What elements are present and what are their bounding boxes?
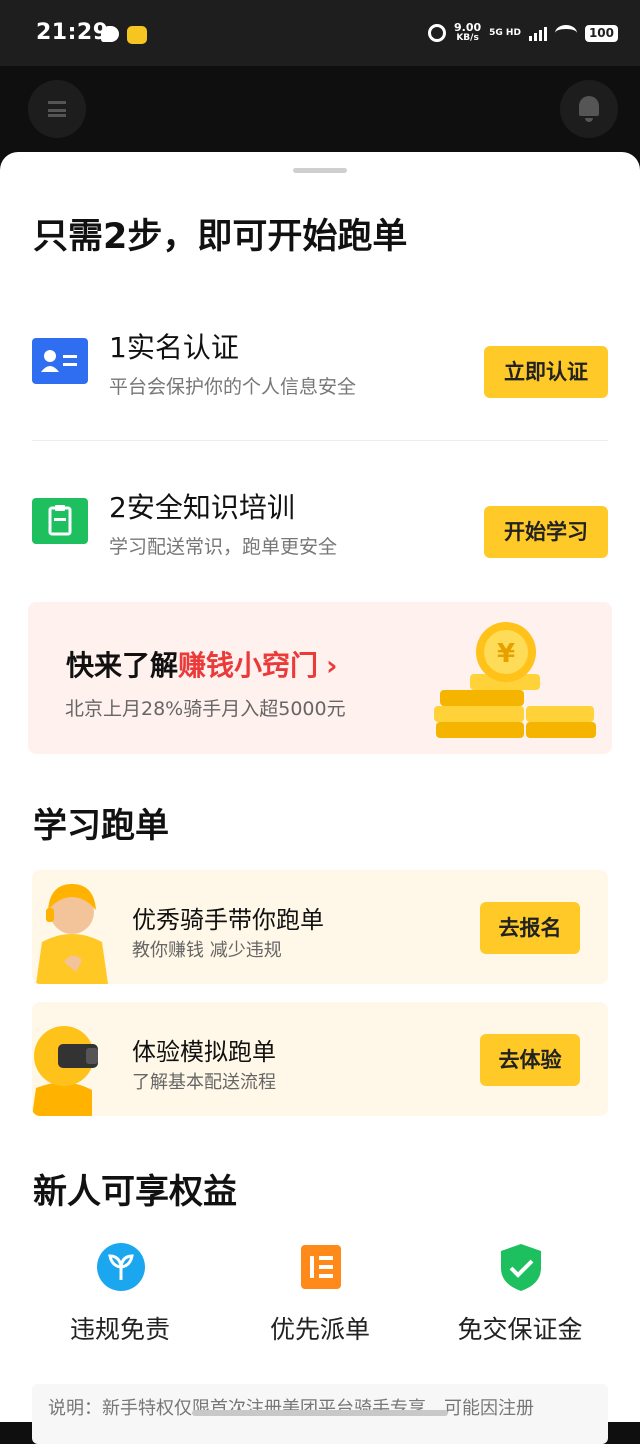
gold-coins-illustration: ¥: [434, 622, 596, 738]
earning-tips-banner[interactable]: 快来了解赚钱小窍门 › 北京上月28%骑手月入超5000元 ¥: [28, 602, 612, 754]
status-bar: 21:29 9.00 KB/s 5G HD 100: [0, 0, 640, 66]
chat-notification-icon: [101, 26, 119, 42]
home-indicator[interactable]: [192, 1410, 448, 1416]
shield-check-icon: [501, 1244, 541, 1291]
learn-section-title: 学习跑单: [33, 806, 169, 846]
page-title: 只需2步，即可开始跑单: [33, 217, 408, 257]
step-subtitle: 平台会保护你的个人信息安全: [109, 376, 357, 398]
benefit-violation-exemption[interactable]: 违规免责: [20, 1242, 220, 1352]
banner-subtitle: 北京上月28%骑手月入超5000元: [65, 698, 346, 720]
card-title: 体验模拟跑单: [132, 1038, 276, 1066]
battery-indicator: 100: [584, 24, 618, 42]
card-title: 优秀骑手带你跑单: [132, 906, 324, 934]
banner-highlight: 赚钱小窍门: [178, 649, 319, 682]
benefit-label: 违规免责: [69, 1315, 170, 1344]
status-time: 21:29: [36, 20, 109, 45]
divider: [32, 440, 608, 441]
clipboard-icon: [32, 498, 88, 544]
sheet-drag-handle[interactable]: [293, 168, 347, 173]
bell-icon: [579, 96, 599, 122]
banner-title: 快来了解赚钱小窍门 ›: [66, 649, 338, 682]
onboarding-sheet: 只需2步，即可开始跑单 1实名认证 平台会保护你的个人信息安全 立即认证 2安全…: [0, 152, 640, 1444]
priority-list-icon: [301, 1245, 341, 1289]
chevron-right-icon: ›: [326, 649, 338, 682]
alarm-icon: [428, 24, 446, 42]
start-learning-button[interactable]: 开始学习: [484, 506, 608, 558]
sign-up-button[interactable]: 去报名: [480, 902, 580, 954]
signal-icon: [528, 25, 547, 41]
benefit-label: 免交保证金: [457, 1315, 583, 1344]
benefits-section-title: 新人可享权益: [33, 1172, 237, 1212]
rider-avatar-illustration: [36, 884, 108, 984]
vr-rider-illustration: [32, 1026, 98, 1116]
notifications-button[interactable]: [560, 80, 618, 138]
step-title: 2安全知识培训: [109, 491, 295, 524]
verify-now-button[interactable]: 立即认证: [484, 346, 608, 398]
status-icons: 9.00 KB/s 5G HD 100: [428, 22, 618, 44]
card-subtitle: 教你赚钱 减少违规: [132, 940, 282, 961]
step-safety-training: 2安全知识培训 学习配送常识，跑单更安全 开始学习: [32, 476, 608, 558]
try-now-button[interactable]: 去体验: [480, 1034, 580, 1086]
card-subtitle: 了解基本配送流程: [132, 1072, 276, 1093]
simulated-run-card[interactable]: 体验模拟跑单 了解基本配送流程 去体验: [32, 1002, 608, 1116]
benefit-no-deposit[interactable]: 免交保证金: [420, 1242, 620, 1352]
svg-text:¥: ¥: [497, 639, 515, 669]
benefit-priority-dispatch[interactable]: 优先派单: [220, 1242, 420, 1352]
app-notification-icon: [127, 26, 147, 44]
mentor-run-card[interactable]: 优秀骑手带你跑单 教你赚钱 减少违规 去报名: [32, 870, 608, 984]
benefit-label: 优先派单: [269, 1315, 370, 1344]
wifi-icon: [554, 25, 577, 41]
network-speed: 9.00 KB/s: [454, 21, 482, 43]
sprout-icon: [97, 1243, 145, 1291]
step-real-name-verification: 1实名认证 平台会保护你的个人信息安全 立即认证: [32, 316, 608, 398]
menu-button[interactable]: [28, 80, 86, 138]
network-type: 5G HD: [489, 27, 521, 38]
step-title: 1实名认证: [109, 331, 239, 364]
menu-icon: [48, 101, 66, 117]
step-subtitle: 学习配送常识，跑单更安全: [109, 536, 338, 558]
top-bar: [0, 66, 640, 156]
id-card-icon: [32, 338, 88, 384]
